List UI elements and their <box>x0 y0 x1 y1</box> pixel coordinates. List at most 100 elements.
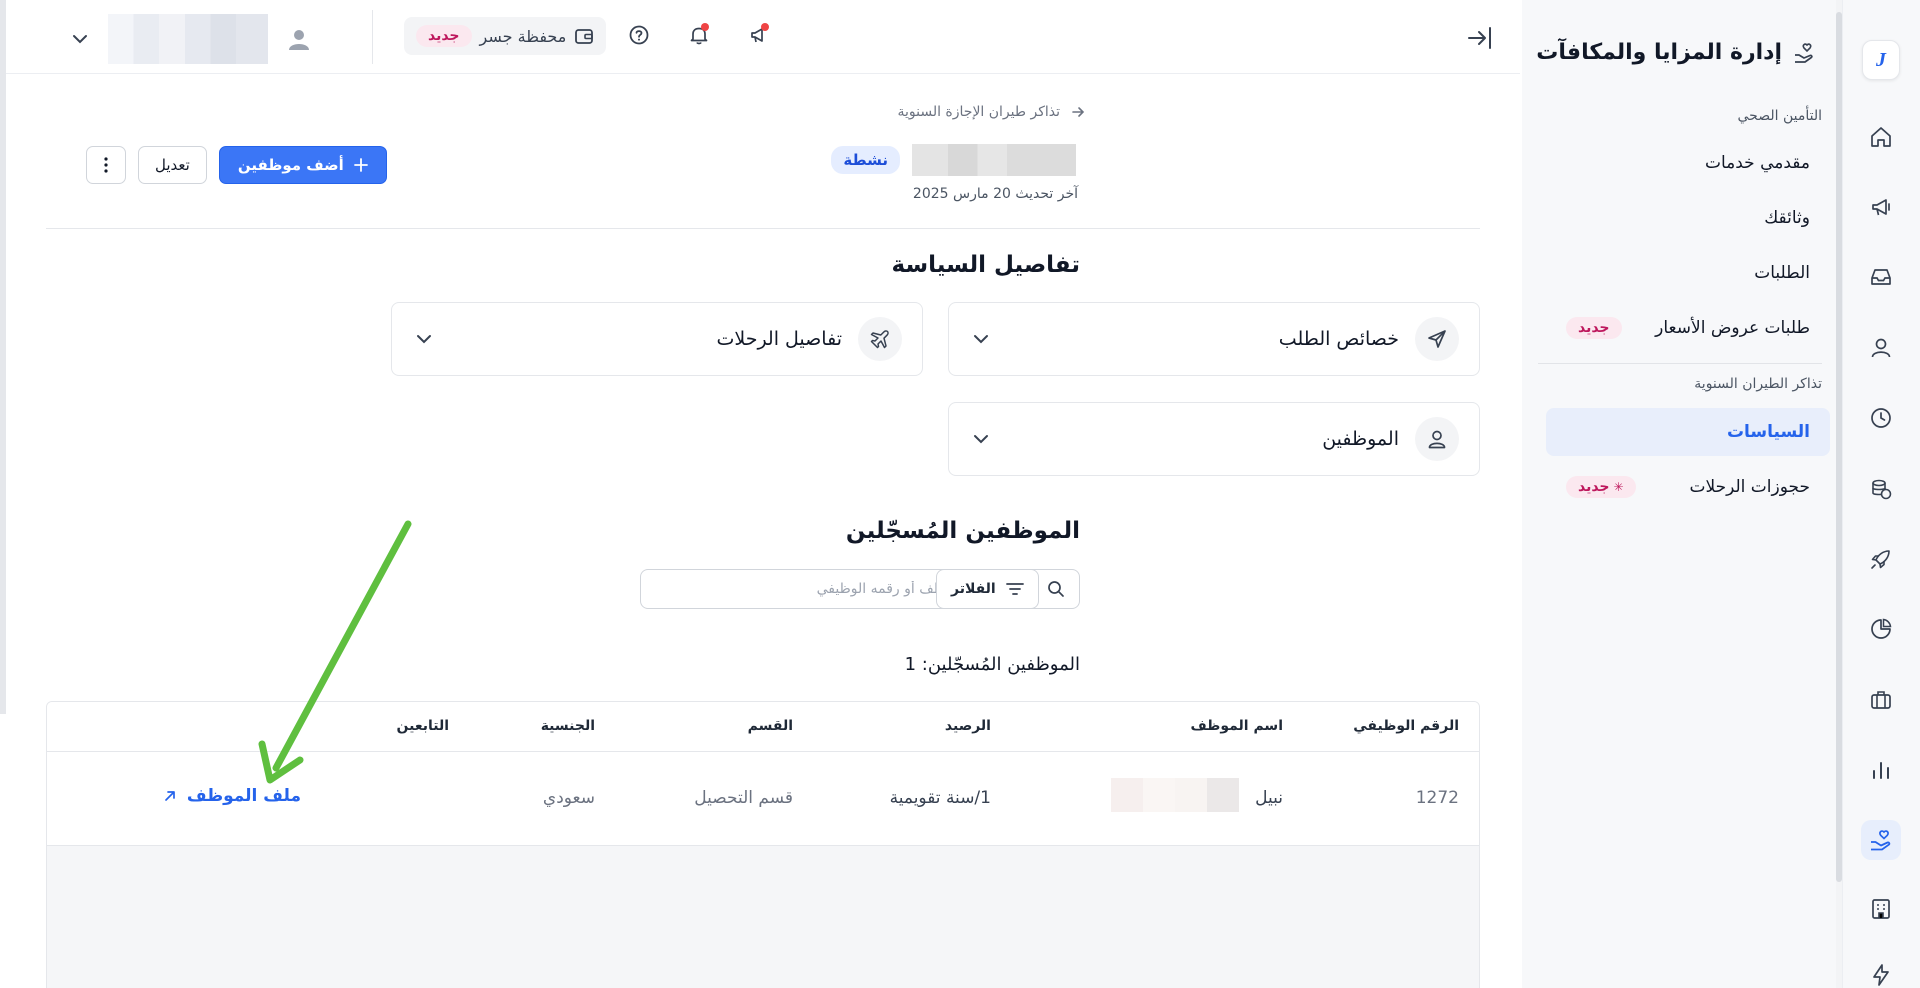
announcements-button[interactable] <box>740 16 778 54</box>
employee-photo-redacted <box>1111 778 1239 812</box>
col-balance: الرصيد <box>944 718 991 734</box>
sidenav-title: إدارة المزايا والمكافآت <box>1536 40 1816 65</box>
clock-icon[interactable] <box>1861 398 1901 438</box>
flight-tickets-section: تذاكر الطيران السنوية <box>1694 376 1822 392</box>
person-icon[interactable] <box>1861 328 1901 368</box>
app-logo[interactable]: J <box>1862 40 1900 80</box>
cell-employee-id: 1272 <box>1415 788 1459 808</box>
megaphone-icon[interactable] <box>1861 187 1901 227</box>
nav-label: حجوزات الرحلات <box>1689 477 1810 497</box>
breadcrumb-label: تذاكر طيران الإجازة السنوية <box>897 104 1060 120</box>
policy-name-redacted <box>912 144 1076 176</box>
sparkle-icon: ✳ <box>1613 480 1624 494</box>
employees-accordion[interactable]: الموظفين <box>948 402 1480 476</box>
user-menu[interactable] <box>70 14 312 64</box>
main-scrollbar[interactable] <box>0 0 6 714</box>
notifications-button[interactable] <box>680 16 718 54</box>
inbox-icon[interactable] <box>1861 257 1901 297</box>
enrolled-employees-table: الرقم الوظيفي اسم الموظف الرصيد القسم ال… <box>46 701 1480 988</box>
badge-text: جديد <box>1578 479 1610 495</box>
sidebar-item-requests[interactable]: الطلبات <box>1546 249 1830 297</box>
chevron-down-icon <box>417 335 431 344</box>
sidebar-item-documents[interactable]: وثائقك <box>1546 194 1830 242</box>
last-updated-text: آخر تحديث 20 مارس 2025 <box>912 186 1078 202</box>
person-icon <box>1428 430 1446 449</box>
search-icon <box>1048 581 1064 597</box>
nav-label: الطلبات <box>1754 263 1810 283</box>
add-employees-label: أضف موظفين <box>237 156 344 174</box>
breadcrumb[interactable]: تذاكر طيران الإجازة السنوية <box>897 104 1086 120</box>
announcement-dot <box>761 23 769 31</box>
send-icon <box>1428 330 1446 348</box>
filter-lines-icon <box>1005 583 1024 595</box>
trip-details-accordion[interactable]: تفاصيل الرحلات <box>391 302 923 376</box>
help-button[interactable] <box>620 16 658 54</box>
sidebar-item-policies[interactable]: السياسات <box>1546 408 1830 456</box>
plane-icon-wrap <box>858 317 902 361</box>
external-arrow-icon <box>164 791 175 801</box>
sidebar-item-trip-bookings[interactable]: حجوزات الرحلات ✳ جديد <box>1546 463 1830 511</box>
table-row[interactable]: 1272 نبيل 1/سنة تقويمية قسم التحصيل سعود… <box>47 752 1479 846</box>
jisr-wallet-button[interactable]: محفظة جسر جديد <box>404 17 607 55</box>
icon-rail: J <box>1842 0 1920 988</box>
edit-button[interactable]: تعديل <box>138 146 207 184</box>
col-employee-id: الرقم الوظيفي <box>1353 718 1459 734</box>
airplane-icon <box>870 330 889 349</box>
notification-dot <box>701 23 709 31</box>
lightning-icon[interactable] <box>1861 955 1901 988</box>
send-icon-wrap <box>1415 317 1459 361</box>
health-insurance-section: التأمين الصحي <box>1737 108 1822 124</box>
chevron-down-icon <box>974 435 988 444</box>
col-department: القسم <box>747 718 793 734</box>
topbar-divider <box>372 10 373 64</box>
home-icon[interactable] <box>1861 117 1901 157</box>
wallet-icon <box>575 29 594 44</box>
rocket-icon[interactable] <box>1861 539 1901 579</box>
table-header: الرقم الوظيفي اسم الموظف الرصيد القسم ال… <box>47 702 1479 752</box>
sidebar-item-providers[interactable]: مقدمي خدمات <box>1546 139 1830 187</box>
help-circle-icon <box>629 25 649 45</box>
vertical-dots-icon <box>104 157 108 173</box>
benefits-hand-icon[interactable] <box>1861 820 1901 860</box>
request-properties-label: خصائص الطلب <box>1278 328 1399 350</box>
table-empty-area <box>47 846 1479 988</box>
collapse-sidebar-button[interactable] <box>1464 22 1496 54</box>
building-icon[interactable] <box>1861 889 1901 929</box>
nav-label: وثائقك <box>1764 208 1810 228</box>
chevron-down-icon <box>73 35 87 44</box>
filters-button[interactable]: الفلاتر <box>936 569 1039 609</box>
top-bar: محفظة جسر جديد <box>6 0 1520 74</box>
trip-details-label: تفاصيل الرحلات <box>716 328 842 350</box>
employee-profile-link[interactable]: ملف الموظف <box>163 786 301 806</box>
enrolled-heading: الموظفين المُسجّلين <box>845 518 1080 544</box>
enrolled-count: الموظفين المُسجّلين: 1 <box>904 654 1080 675</box>
employees-label: الموظفين <box>1322 428 1399 450</box>
person-icon-wrap <box>1415 417 1459 461</box>
new-badge: جديد <box>1566 317 1622 339</box>
main-content: محفظة جسر جديد تذاكر طيران الإجازة السنو… <box>0 0 1520 988</box>
wallet-new-badge: جديد <box>416 25 472 47</box>
bar-chart-icon[interactable] <box>1861 750 1901 790</box>
benefits-hand-icon <box>1795 42 1813 63</box>
policy-details-heading: تفاصيل السياسة <box>891 252 1081 278</box>
cell-balance: 1/سنة تقويمية <box>889 788 991 808</box>
add-employees-button[interactable]: أضف موظفين <box>218 146 387 184</box>
pie-chart-icon[interactable] <box>1861 609 1901 649</box>
coins-icon[interactable] <box>1861 469 1901 509</box>
filters-label: الفلاتر <box>951 581 996 597</box>
header-divider <box>46 228 1480 229</box>
wallet-label: محفظة جسر <box>479 26 567 46</box>
sidebar-item-quotations[interactable]: طلبات عروض الأسعار جديد <box>1546 304 1830 352</box>
plus-icon <box>353 158 368 172</box>
cell-employee-name: نبيل <box>1255 788 1283 808</box>
profile-link-label: ملف الموظف <box>186 786 301 806</box>
cell-department: قسم التحصيل <box>694 788 793 808</box>
more-options-button[interactable] <box>86 146 126 184</box>
chevron-down-icon <box>974 335 988 344</box>
briefcase-icon[interactable] <box>1861 680 1901 720</box>
page-title: نشطة <box>831 144 1076 176</box>
request-properties-accordion[interactable]: خصائص الطلب <box>948 302 1480 376</box>
status-badge: نشطة <box>831 146 900 174</box>
back-arrow-icon <box>1072 107 1085 117</box>
col-nationality: الجنسية <box>540 718 595 734</box>
